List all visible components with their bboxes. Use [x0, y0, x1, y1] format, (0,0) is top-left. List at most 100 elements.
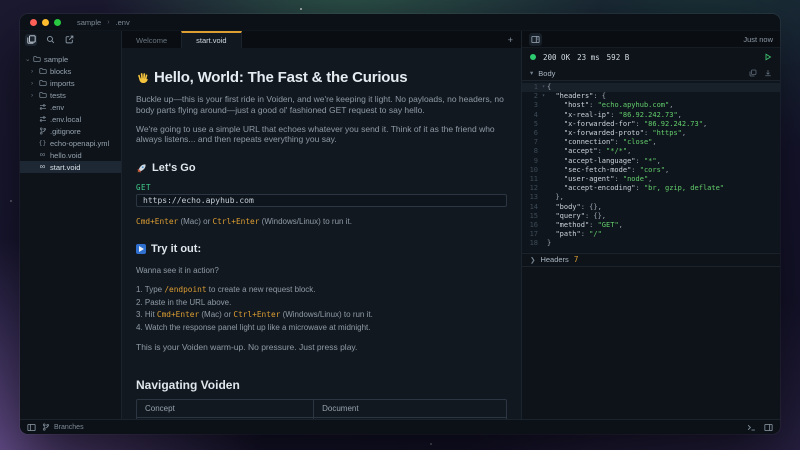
json-punctuation: : — [598, 147, 606, 156]
new-tab-button[interactable]: + — [500, 35, 521, 45]
text-span: (Mac) or — [199, 310, 233, 319]
line-number: 4 — [522, 111, 540, 120]
concept-table-header: Concept Document — [137, 400, 506, 417]
copy-icon[interactable] — [749, 69, 757, 77]
json-key: "x-forwarded-proto" — [564, 129, 644, 138]
code-line: 4 "x-real-ip": "86.92.242.73", — [522, 111, 780, 120]
json-key: "body" — [555, 203, 580, 212]
fold-spacer — [540, 175, 547, 184]
json-value: "node" — [623, 175, 648, 184]
sidebar-item-sample[interactable]: ⌄ sample — [20, 53, 121, 65]
json-punctuation — [547, 203, 555, 212]
json-key: "headers" — [555, 92, 593, 101]
tab-start-void[interactable]: start.void — [181, 31, 241, 48]
files-icon[interactable] — [25, 34, 37, 46]
json-punctuation: : — [636, 120, 644, 129]
file-label: sample — [44, 55, 68, 64]
code-line: 10 "sec-fetch-mode": "cors", — [522, 166, 780, 175]
breadcrumb-file[interactable]: .env — [116, 18, 130, 27]
sidebar-item--env-local[interactable]: .env.local — [20, 113, 121, 125]
close-window-button[interactable] — [30, 19, 37, 26]
json-punctuation: , — [652, 138, 656, 147]
json-punctuation: : { — [593, 92, 606, 101]
braces-icon: {} — [38, 139, 47, 147]
chevron-right-icon[interactable]: › — [31, 68, 38, 75]
toggle-panel-icon[interactable] — [764, 423, 773, 432]
line-number: 13 — [522, 193, 540, 202]
text-span: 1. Type — [136, 285, 164, 294]
json-punctuation — [547, 101, 564, 110]
code-line: 16 "method": "GET", — [522, 221, 780, 230]
tab-welcome[interactable]: Welcome — [122, 31, 181, 48]
try-it-step: 3. Hit Cmd+Enter (Mac) or Ctrl+Enter (Wi… — [136, 309, 507, 322]
fold-spacer — [540, 212, 547, 221]
url-input[interactable]: https://echo.apyhub.com — [136, 194, 507, 207]
json-punctuation — [547, 221, 555, 230]
sidebar-item-tests[interactable]: › tests — [20, 89, 121, 101]
text-span: 2. Paste in the URL above. — [136, 298, 231, 307]
chevron-right-icon[interactable]: › — [31, 80, 38, 87]
share-icon[interactable] — [63, 34, 75, 46]
search-icon[interactable] — [44, 34, 56, 46]
fold-icon[interactable]: ▾ — [540, 92, 547, 101]
chevron-right-icon[interactable]: › — [31, 92, 38, 99]
text-span: to create a new request block. — [207, 285, 316, 294]
response-panel-header: Just now — [522, 31, 780, 48]
download-icon[interactable] — [764, 69, 772, 77]
json-punctuation — [547, 166, 564, 175]
headers-section-header[interactable]: ❯ Headers 7 — [522, 253, 780, 267]
text-span: (Windows/Linux) to run it. — [259, 217, 351, 226]
terminal-icon[interactable] — [747, 423, 756, 432]
breadcrumb-project[interactable]: sample — [77, 18, 101, 27]
method-label: GET — [136, 183, 507, 192]
branches-button[interactable]: Branches — [42, 423, 84, 431]
line-number: 10 — [522, 166, 540, 175]
json-key: "path" — [555, 230, 580, 239]
sidebar-item-echo-openapi-yml[interactable]: {}echo-openapi.yml — [20, 137, 121, 149]
inline-code: Ctrl+Enter — [212, 217, 259, 226]
chevron-right-icon: ❯ — [530, 256, 535, 264]
run-request-icon[interactable] — [764, 53, 772, 61]
json-value: "*/*" — [606, 147, 627, 156]
code-line: 7 "connection": "close", — [522, 138, 780, 147]
sidebar: ⌄sample›blocks›imports›tests.env.env.loc… — [20, 31, 122, 419]
sidebar-item-imports[interactable]: ›imports — [20, 77, 121, 89]
json-value: "86.92.242.73" — [619, 111, 678, 120]
file-label: tests — [50, 91, 66, 100]
fold-spacer — [540, 230, 547, 239]
file-label: blocks — [50, 67, 71, 76]
code-line: 12 "accept-encoding": "br, gzip, deflate… — [522, 184, 780, 193]
json-value: "br, gzip, deflate" — [644, 184, 724, 193]
json-key: "x-real-ip" — [564, 111, 610, 120]
response-body-code[interactable]: 1▾{2▾ "headers": {3 "host": "echo.apyhub… — [522, 81, 780, 252]
json-punctuation: , — [665, 166, 669, 175]
sidebar-item-start-void[interactable]: ∞start.void — [20, 161, 121, 173]
sidebar-item-hello-void[interactable]: ∞hello.void — [20, 149, 121, 161]
activity-bar — [20, 31, 121, 48]
minimize-window-button[interactable] — [42, 19, 49, 26]
file-label: .env — [50, 103, 64, 112]
body-section-label: Body — [538, 69, 555, 78]
text-span: 4. Watch the response panel light up lik… — [136, 323, 371, 332]
sidebar-item-blocks[interactable]: › blocks — [20, 65, 121, 77]
json-punctuation: , — [648, 175, 652, 184]
json-punctuation: , — [703, 120, 707, 129]
code-line: 8 "accept": "*/*", — [522, 147, 780, 156]
toggle-sidebar-icon[interactable] — [27, 423, 36, 432]
sidebar-item--gitignore[interactable]: .gitignore — [20, 125, 121, 137]
json-punctuation: , — [682, 129, 686, 138]
code-line: 5 "x-forwarded-for": "86.92.242.73", — [522, 120, 780, 129]
body-section-header[interactable]: ▾ Body — [522, 66, 780, 81]
chevron-down-icon[interactable]: ⌄ — [25, 55, 32, 63]
code-line: 14 "body": {}, — [522, 203, 780, 212]
git-branch-icon — [38, 127, 47, 135]
document-editor[interactable]: Hello, World: The Fast & the Curious Buc… — [122, 48, 521, 419]
response-size: 592 B — [607, 53, 630, 62]
maximize-window-button[interactable] — [54, 19, 61, 26]
sidebar-item--env[interactable]: .env — [20, 101, 121, 113]
try-it-step: 1. Type /endpoint to create a new reques… — [136, 284, 507, 297]
panel-layout-icon[interactable] — [529, 33, 542, 46]
breadcrumb: sample › .env — [77, 18, 130, 27]
inline-code: Ctrl+Enter — [233, 310, 280, 319]
fold-icon[interactable]: ▾ — [540, 83, 547, 92]
